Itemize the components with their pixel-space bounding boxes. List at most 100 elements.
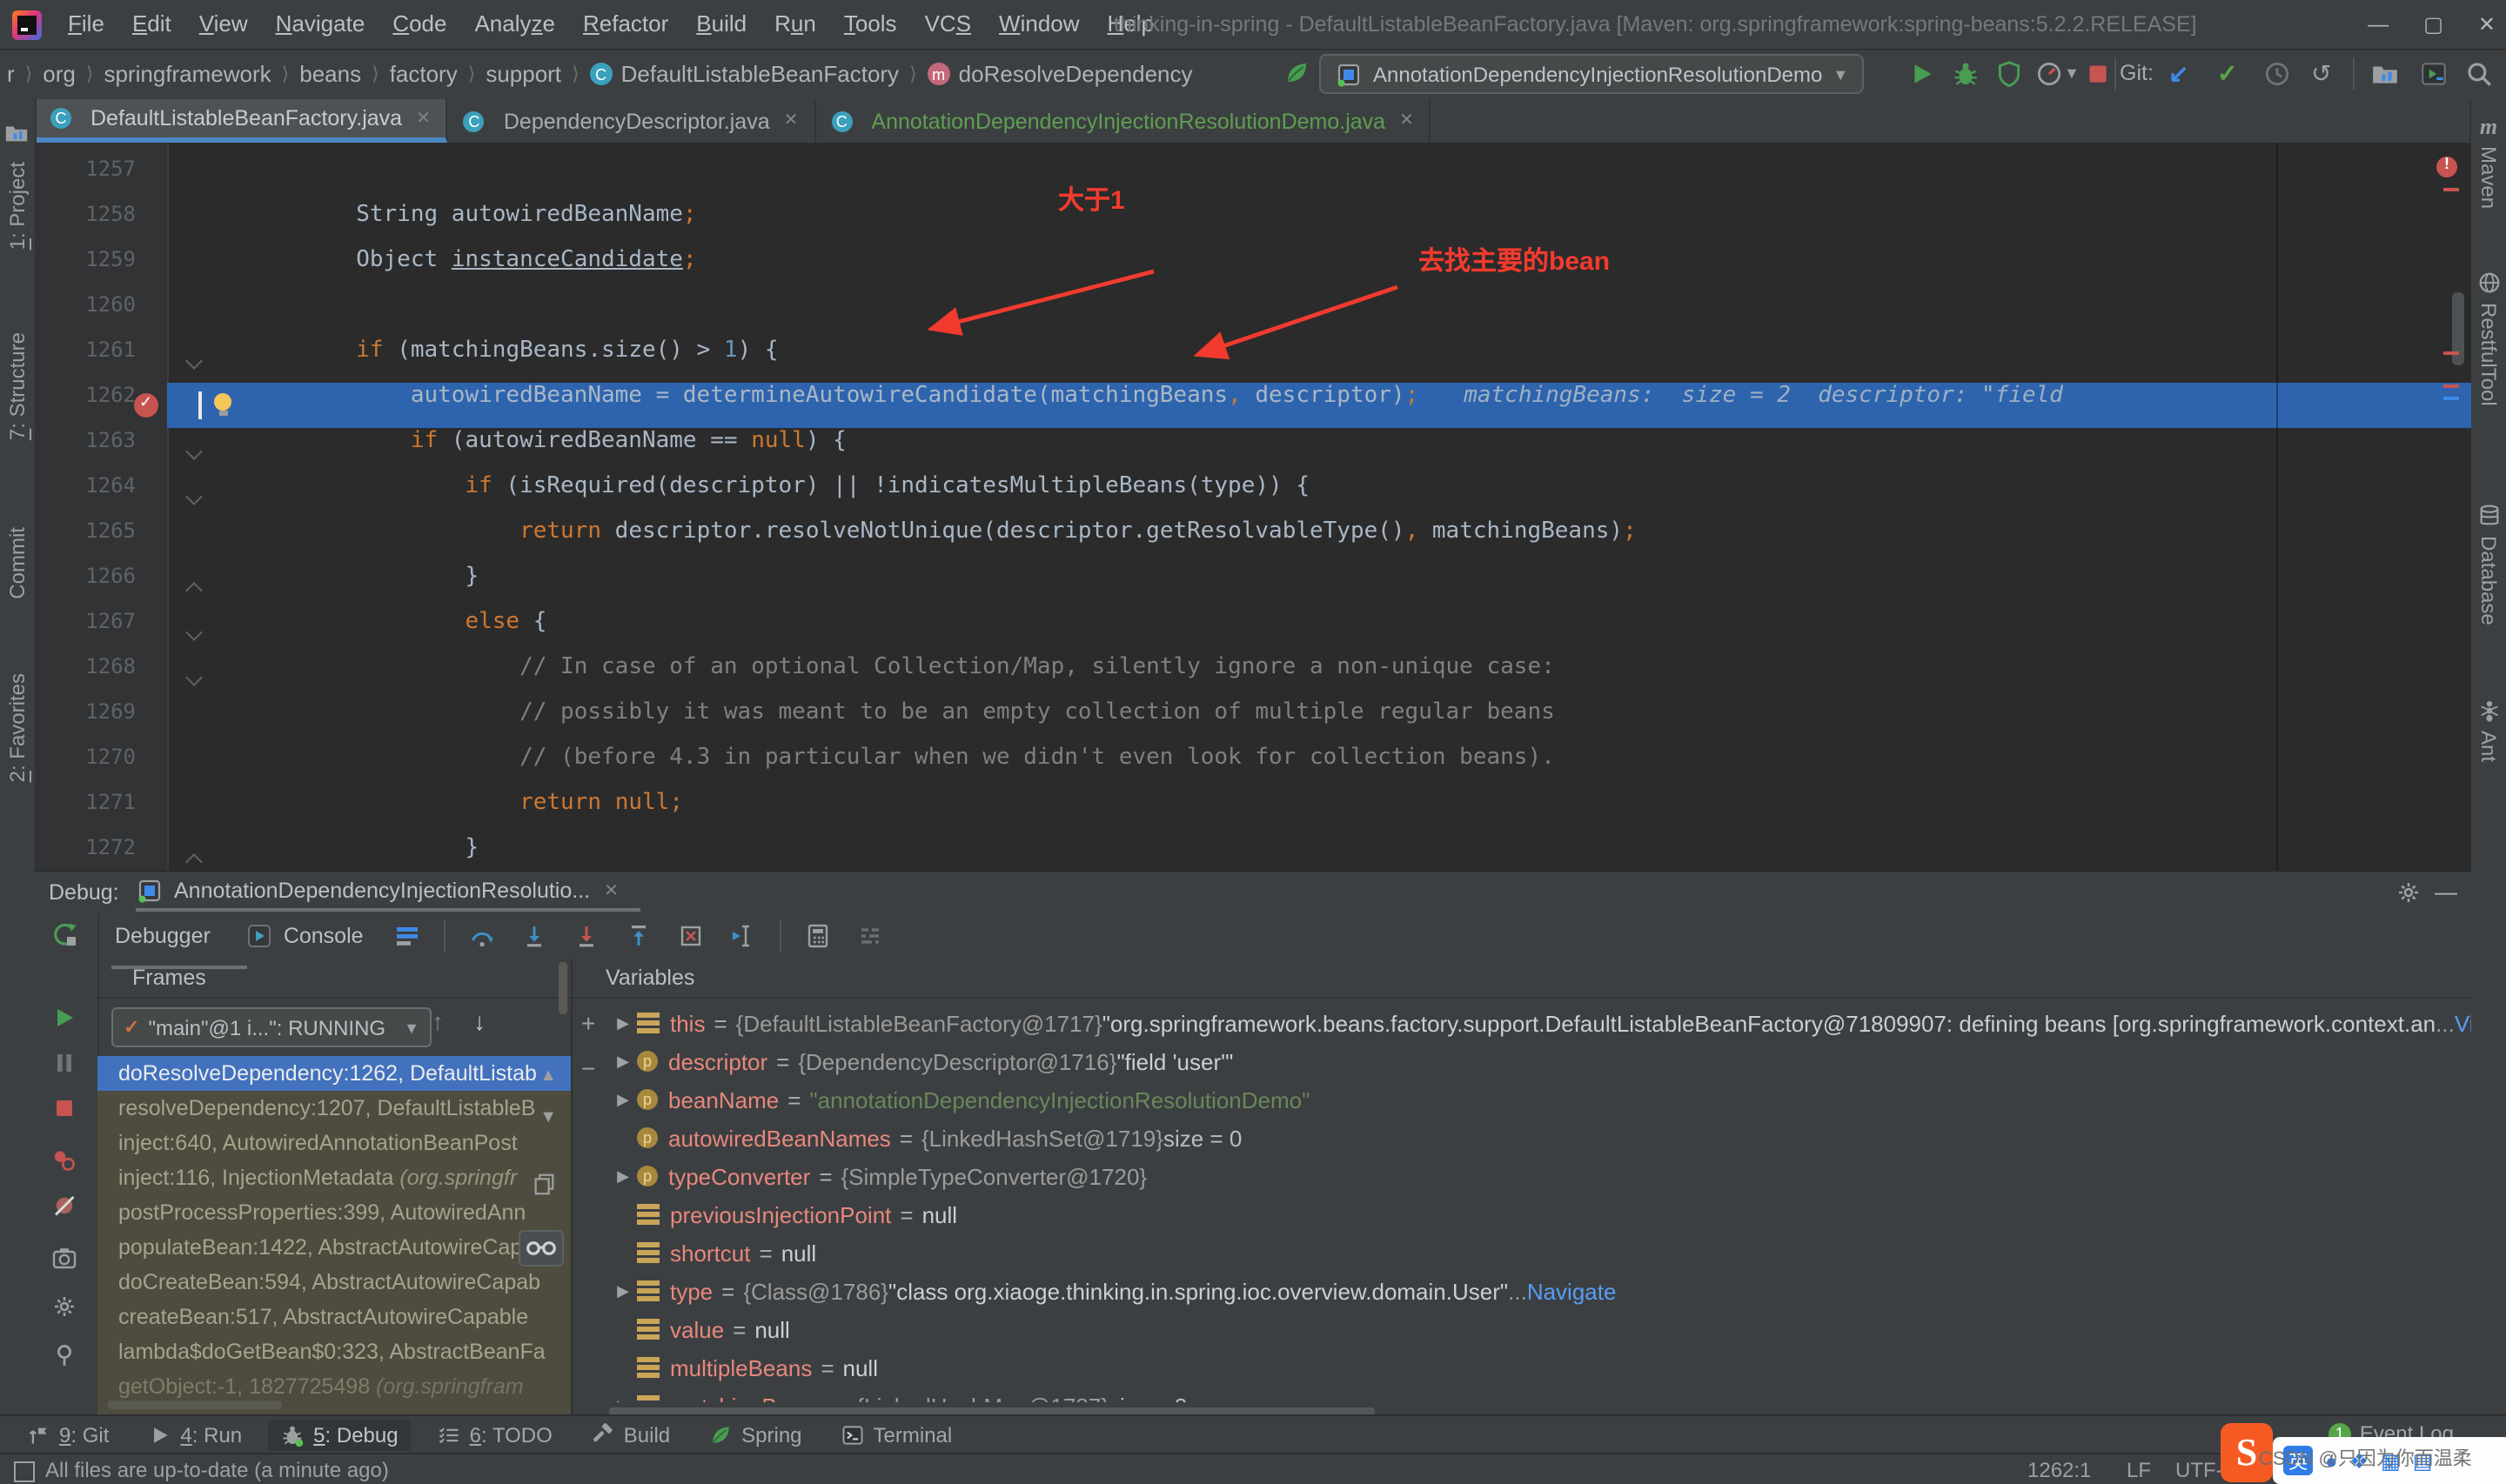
code-line[interactable] bbox=[167, 157, 2471, 202]
line-number[interactable]: 1264 bbox=[35, 473, 167, 518]
stop-button[interactable] bbox=[2083, 59, 2113, 89]
hide-library-frames-toggle[interactable] bbox=[519, 1230, 564, 1267]
stack-frame-row[interactable]: postProcessProperties:399, AutowiredAnn bbox=[97, 1195, 571, 1230]
fold-marker-icon[interactable] bbox=[185, 669, 203, 686]
thread-dump-icon[interactable] bbox=[50, 1244, 78, 1272]
code-line[interactable]: Object instanceCandidate; bbox=[167, 247, 2471, 292]
code-editor[interactable]: 1257 1258 1259 1260 1261 1262 1263 1264 1265 1266… bbox=[35, 143, 2471, 870]
expand-arrow-icon[interactable]: ▶ bbox=[609, 1396, 637, 1402]
line-number[interactable]: 1267 bbox=[35, 609, 167, 654]
stack-frame-row[interactable]: createBean:517, AbstractAutowireCapable bbox=[97, 1300, 571, 1334]
resume-button[interactable] bbox=[50, 1004, 78, 1032]
expand-arrow-icon[interactable]: ▶ bbox=[609, 1052, 637, 1071]
line-number[interactable]: 1272 bbox=[35, 835, 167, 870]
add-watch-button[interactable]: + bbox=[581, 1011, 595, 1035]
profiler-chevron-icon[interactable]: ▼ bbox=[2064, 49, 2080, 99]
history-button[interactable] bbox=[2262, 59, 2292, 89]
code-line[interactable]: return null; bbox=[167, 790, 2471, 835]
close-icon[interactable]: ✕ bbox=[1399, 111, 1414, 130]
remove-watch-button[interactable]: − bbox=[581, 1056, 595, 1080]
variable-row[interactable]: ▶ type = {Class@1786} "class org.xiaoge.thi… bbox=[609, 1272, 2471, 1310]
breadcrumb-item-beans[interactable]: beans bbox=[299, 61, 361, 87]
stack-frame-row[interactable]: populateBean:1422, AbstractAutowireCapa bbox=[97, 1230, 571, 1265]
code-line[interactable]: if (matchingBeans.size() > 1) { bbox=[167, 338, 2471, 383]
tool-window-switcher-icon[interactable] bbox=[14, 1461, 35, 1482]
pause-button[interactable] bbox=[50, 1049, 78, 1077]
navigate-link[interactable]: Navigate bbox=[1527, 1278, 1617, 1304]
debug-session-tab[interactable]: AnnotationDependencyInjectionResolutio..… bbox=[136, 872, 619, 910]
line-number[interactable]: 1261 bbox=[35, 338, 167, 383]
fold-marker-icon[interactable] bbox=[185, 443, 203, 460]
minimize-button[interactable]: — bbox=[2368, 12, 2389, 37]
code-line[interactable]: if (autowiredBeanName == null) { bbox=[167, 428, 2471, 473]
intention-bulb-icon[interactable] bbox=[214, 393, 231, 415]
layout-settings-icon[interactable] bbox=[393, 922, 421, 950]
caret-position[interactable]: 1262:1 bbox=[2027, 1454, 2091, 1484]
toolwindow-button-6-todo[interactable]: 6: TODO bbox=[425, 1420, 565, 1451]
editor-gutter[interactable]: 1257 1258 1259 1260 1261 1262 1263 1264 1265 1266… bbox=[35, 143, 169, 870]
run-to-cursor-button[interactable] bbox=[729, 922, 757, 950]
frames-vscrollbar[interactable] bbox=[559, 962, 567, 1014]
git-update-button[interactable]: ↙ bbox=[2168, 49, 2188, 99]
breadcrumb-item-support[interactable]: support bbox=[486, 61, 561, 87]
stack-frame-row[interactable]: doCreateBean:594, AbstractAutowireCapab bbox=[97, 1265, 571, 1300]
services-button[interactable] bbox=[2419, 59, 2449, 89]
line-number[interactable]: 1257 bbox=[35, 157, 167, 202]
code-line[interactable] bbox=[167, 292, 2471, 338]
profiler-button[interactable] bbox=[2034, 59, 2064, 89]
expand-arrow-icon[interactable]: ▶ bbox=[609, 1166, 637, 1186]
variable-row[interactable]: ▶ matchingBeans = {LinkedHashMap@1787} size… bbox=[609, 1387, 2471, 1402]
trace-streams-button[interactable] bbox=[856, 922, 884, 950]
line-number[interactable]: 1263 bbox=[35, 428, 167, 473]
close-button[interactable]: ✕ bbox=[2478, 12, 2496, 37]
stripe-button-database[interactable]: Database bbox=[2471, 503, 2506, 625]
stripe-button-ant[interactable]: Ant bbox=[2471, 698, 2506, 762]
editor-tab[interactable]: AnnotationDependencyInjectionResolutionD… bbox=[815, 99, 1431, 143]
expand-arrow-icon[interactable]: ▶ bbox=[609, 1013, 637, 1033]
close-icon[interactable]: ✕ bbox=[416, 109, 431, 128]
debugger-settings-icon[interactable] bbox=[50, 1293, 78, 1320]
frames-hscrollbar[interactable] bbox=[108, 1400, 282, 1409]
line-number[interactable]: 1260 bbox=[35, 292, 167, 338]
fold-marker-icon[interactable] bbox=[185, 853, 203, 870]
fold-marker-icon[interactable] bbox=[185, 624, 203, 641]
drop-frame-button[interactable] bbox=[677, 922, 705, 950]
toolwindow-button-4-run[interactable]: 4: Run bbox=[135, 1420, 254, 1451]
stripe-button-commit[interactable]: Commit bbox=[0, 527, 35, 599]
line-number[interactable]: 1268 bbox=[35, 654, 167, 699]
stack-frame-row[interactable]: resolveDependency:1207, DefaultListableB bbox=[97, 1091, 571, 1126]
code-line[interactable]: else { bbox=[167, 609, 2471, 654]
toolwindow-button-build[interactable]: Build bbox=[579, 1420, 682, 1451]
variable-row[interactable]: ▶ p descriptor = {DependencyDescriptor@1716}… bbox=[609, 1042, 2471, 1080]
menu-item-run[interactable]: Run bbox=[761, 10, 830, 37]
line-number[interactable]: 1266 bbox=[35, 564, 167, 609]
search-everywhere-button[interactable] bbox=[2464, 59, 2494, 89]
stack-frame-row[interactable]: doResolveDependency:1262, DefaultListab bbox=[97, 1056, 571, 1091]
breadcrumb-item-defaultlistablebeanfactory[interactable]: DefaultListableBeanFactory bbox=[589, 61, 899, 87]
menu-item-window[interactable]: Window bbox=[985, 10, 1094, 37]
line-number[interactable]: 1258 bbox=[35, 202, 167, 247]
line-number[interactable]: 1270 bbox=[35, 745, 167, 790]
close-icon[interactable]: ✕ bbox=[604, 881, 619, 900]
thread-selector[interactable]: ✓ "main"@1 i...": RUNNING ▼ bbox=[111, 1007, 432, 1047]
variable-row[interactable]: ▶ this = {DefaultListableBeanFactory@1717} … bbox=[609, 1004, 2471, 1042]
step-into-button[interactable] bbox=[520, 922, 548, 950]
variable-row[interactable]: shortcut = null bbox=[609, 1233, 2471, 1272]
stripe-button-2-favorites[interactable]: 2: Favorites bbox=[0, 673, 35, 782]
step-out-button[interactable] bbox=[625, 922, 653, 950]
line-ending[interactable]: LF bbox=[2127, 1454, 2151, 1484]
line-number[interactable]: 1265 bbox=[35, 518, 167, 564]
close-icon[interactable]: ✕ bbox=[784, 111, 799, 130]
code-line[interactable]: } bbox=[167, 564, 2471, 609]
menu-item-edit[interactable]: Edit bbox=[118, 10, 185, 37]
error-indicator-icon[interactable] bbox=[2436, 155, 2457, 177]
settings-gear-icon[interactable] bbox=[2395, 879, 2422, 906]
view-breakpoints-button[interactable] bbox=[50, 1146, 78, 1174]
breadcrumb-item-org[interactable]: org bbox=[43, 61, 76, 87]
pin-tab-icon[interactable] bbox=[50, 1341, 78, 1369]
stack-frame-row[interactable]: lambda$doGetBean$0:323, AbstractBeanFa bbox=[97, 1334, 571, 1369]
previous-frame-button[interactable]: ↑ bbox=[432, 1007, 444, 1035]
variable-row[interactable]: multipleBeans = null bbox=[609, 1348, 2471, 1387]
menu-item-analyze[interactable]: Analyze bbox=[460, 10, 569, 37]
git-rollback-button[interactable]: ↺ bbox=[2311, 49, 2331, 99]
